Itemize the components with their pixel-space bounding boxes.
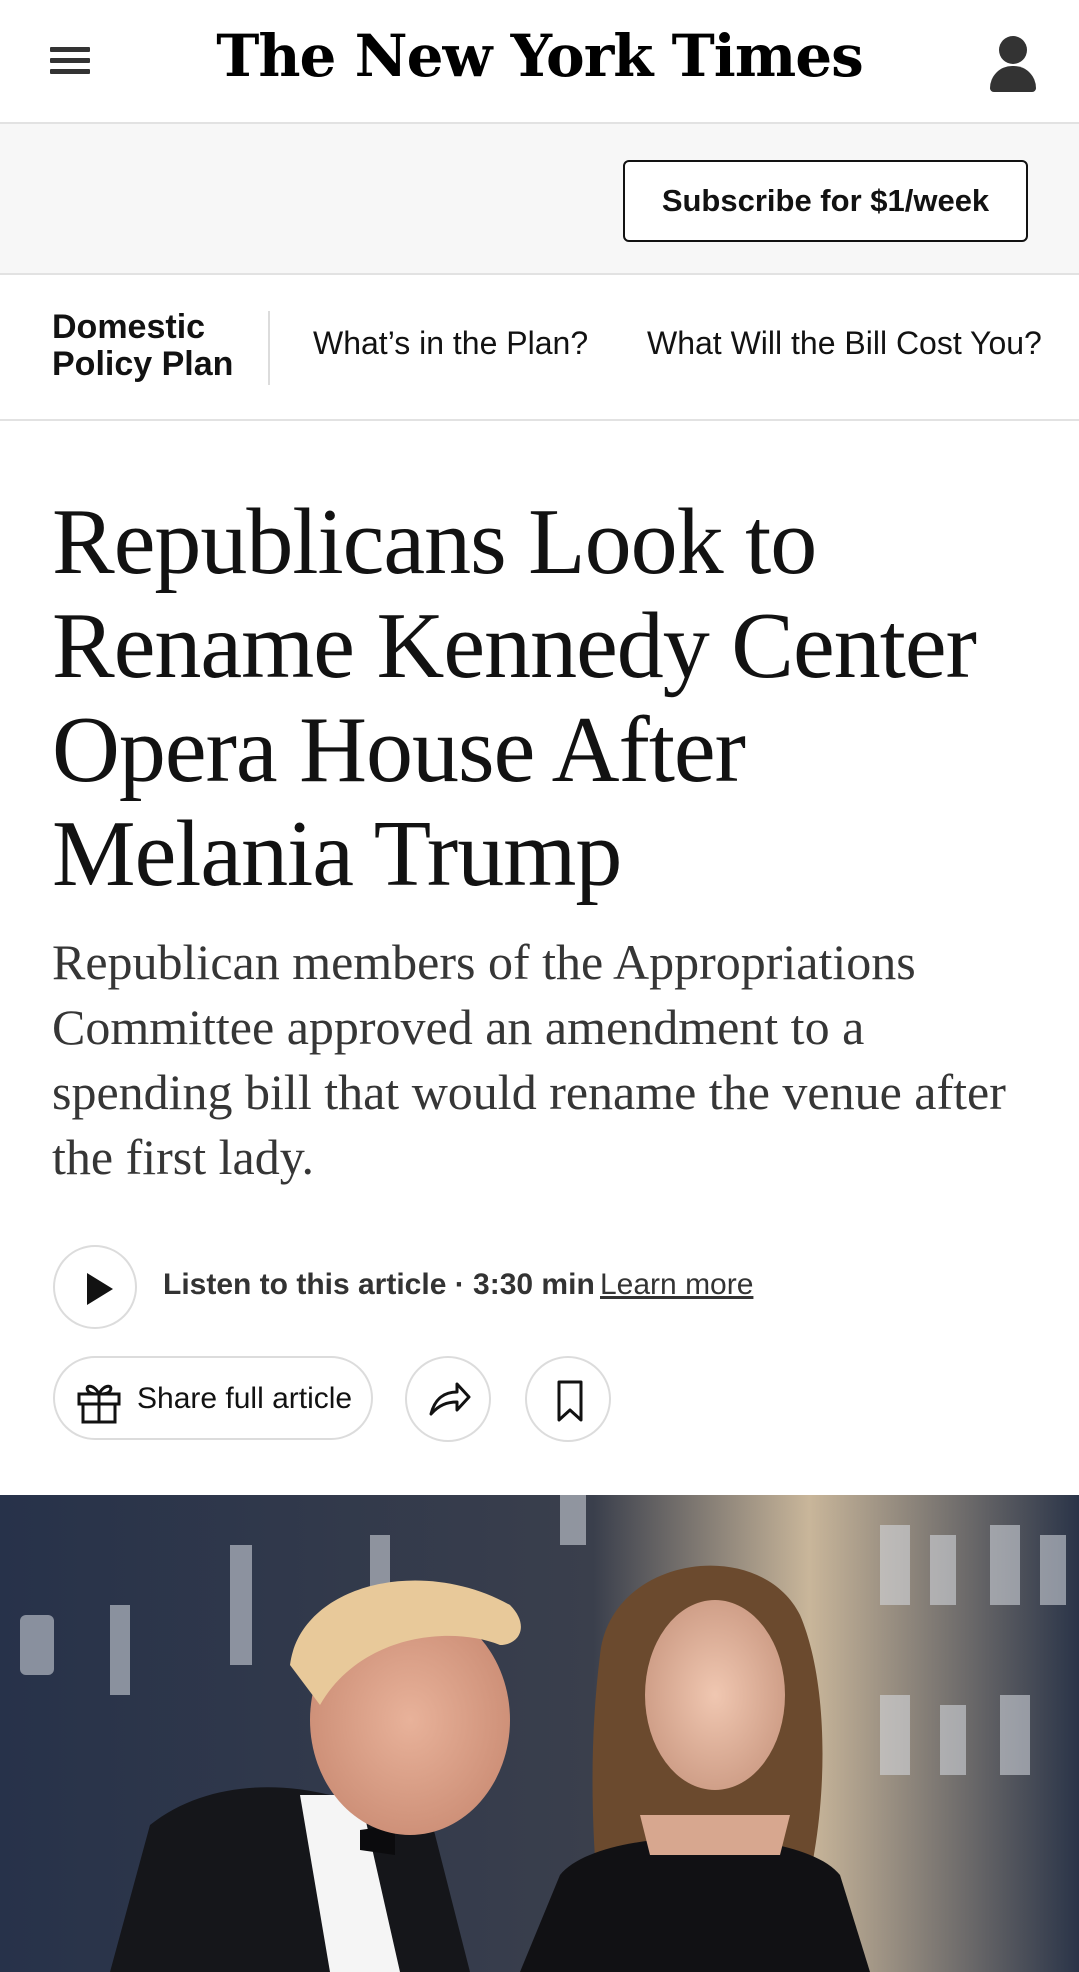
gift-icon <box>77 1384 121 1424</box>
nav-link-bill-cost[interactable]: What Will the Bill Cost You? <box>647 325 1042 362</box>
listen-label: Listen to this article · 3:30 min <box>163 1268 595 1301</box>
article-summary: Republican members of the Appropriations… <box>52 934 1006 1185</box>
share-full-article-button[interactable]: Share full article <box>53 1356 373 1440</box>
masthead: The New York Times <box>0 0 1079 124</box>
share-arrow-icon[interactable] <box>405 1356 491 1442</box>
learn-more-link[interactable]: Learn more <box>600 1268 753 1302</box>
section-title[interactable]: Domestic Policy Plan <box>52 309 252 383</box>
article-headline: Republicans Look to Rename Kennedy Cente… <box>52 490 977 906</box>
nav-divider <box>268 311 270 385</box>
lead-photo <box>0 1495 1079 1972</box>
account-icon[interactable] <box>990 36 1036 92</box>
nav-link-whats-in-plan[interactable]: What’s in the Plan? <box>313 325 588 362</box>
subscribe-button[interactable]: Subscribe for $1/week <box>623 160 1028 242</box>
section-nav: Domestic Policy Plan What’s in the Plan?… <box>0 275 1079 421</box>
bookmark-icon[interactable] <box>525 1356 611 1442</box>
nyt-logo[interactable]: The New York Times <box>0 22 1079 90</box>
play-icon[interactable] <box>53 1245 137 1329</box>
share-full-article-label: Share full article <box>137 1382 353 1415</box>
subscribe-band: Subscribe for $1/week <box>0 124 1079 275</box>
